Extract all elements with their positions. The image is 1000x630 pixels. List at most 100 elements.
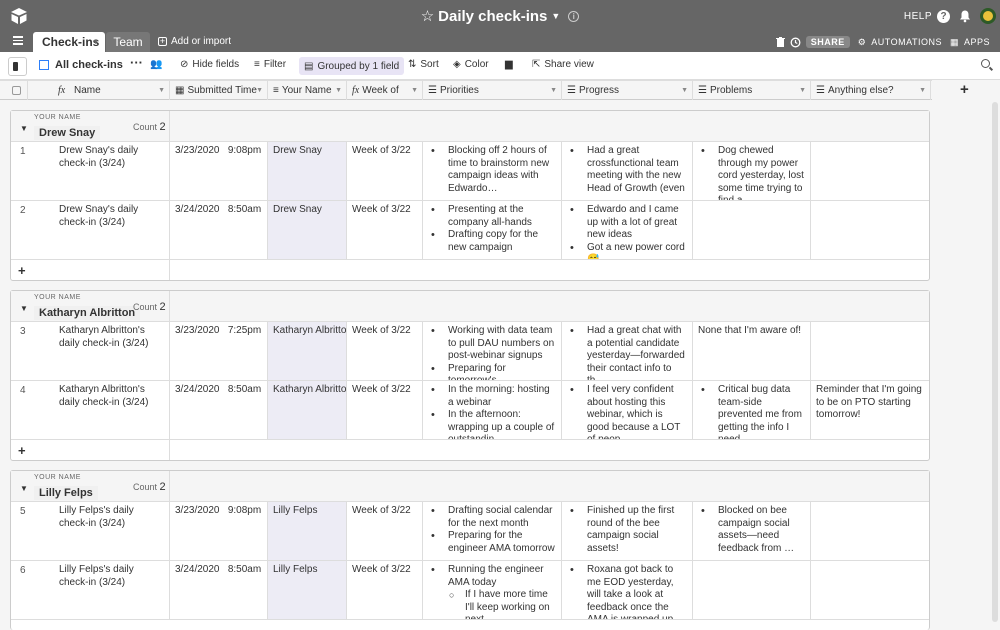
column-header-name[interactable]: fx Name ▼ (28, 81, 170, 100)
chevron-down-icon[interactable]: ▼ (551, 11, 560, 21)
name-cell[interactable]: Lilly Felps's daily check-in (3/24) (11, 561, 170, 619)
name-cell[interactable]: Katharyn Albritton's daily check-in (3/2… (11, 381, 170, 439)
chevron-down-icon[interactable]: ▼ (681, 81, 688, 100)
info-icon[interactable]: i (568, 10, 580, 22)
collapse-triangle-icon[interactable]: ▼ (20, 304, 28, 313)
your-name-cell[interactable]: Katharyn Albritton (268, 381, 347, 439)
collaborators-icon[interactable]: 👥 (150, 59, 162, 70)
your-name-cell[interactable]: Katharyn Albritton (268, 322, 347, 380)
week-of-cell[interactable]: Week of 3/22 (347, 201, 423, 259)
star-icon[interactable]: ☆ (421, 7, 434, 25)
group-header[interactable]: ▼ YOUR NAME Lilly Felps Count 2 (11, 471, 929, 502)
priorities-cell[interactable]: Working with data team to pull DAU numbe… (423, 322, 562, 380)
color-button[interactable]: ◈ Color (453, 59, 489, 70)
share-view-button[interactable]: ⇱ Share view (532, 59, 594, 70)
anything-else-cell[interactable]: Reminder that I'm going to be on PTO sta… (811, 381, 930, 439)
add-or-import-button[interactable]: + Add or import (158, 36, 231, 47)
your-name-cell[interactable]: Lilly Felps (268, 561, 347, 619)
name-cell[interactable]: Lilly Felps's daily check-in (3/24) (11, 502, 170, 560)
table-row[interactable]: 5 Lilly Felps's daily check-in (3/24) 3/… (11, 502, 929, 561)
share-button[interactable]: SHARE (805, 36, 850, 48)
problems-cell[interactable] (693, 201, 811, 259)
bell-icon[interactable] (958, 9, 972, 23)
group-header[interactable]: ▼ YOUR NAME Drew Snay Count 2 (11, 111, 929, 142)
automations-button[interactable]: AUTOMATIONS (871, 37, 942, 47)
submitted-time-cell[interactable]: 3/23/2020 7:25pm (170, 322, 268, 380)
view-switcher[interactable]: All check-ins (39, 59, 123, 71)
week-of-cell[interactable]: Week of 3/22 (347, 142, 423, 200)
submitted-time-cell[interactable]: 3/23/2020 9:08pm (170, 142, 268, 200)
vertical-scrollbar[interactable] (992, 102, 998, 622)
base-title-area[interactable]: ☆ Daily check-ins ▼ i (0, 7, 1000, 25)
help-label[interactable]: HELP (904, 11, 932, 22)
table-row[interactable]: 3 Katharyn Albritton's daily check-in (3… (11, 322, 929, 381)
week-of-cell[interactable]: Week of 3/22 (347, 502, 423, 560)
name-cell[interactable]: Drew Snay's daily check-in (3/24) (11, 201, 170, 259)
your-name-cell[interactable]: Drew Snay (268, 201, 347, 259)
problems-cell[interactable] (693, 561, 811, 619)
priorities-cell[interactable]: Blocking off 2 hours of time to brainsto… (423, 142, 562, 200)
priorities-cell[interactable]: In the morning: hosting a webinarIn the … (423, 381, 562, 439)
column-header-problems[interactable]: ☰ Problems ▼ (693, 81, 811, 100)
add-field-button[interactable]: + (960, 80, 969, 100)
sort-button[interactable]: ⇅ Sort (408, 59, 439, 70)
chevron-down-icon[interactable]: ▼ (550, 81, 557, 100)
progress-cell[interactable]: Edwardo and I came up with a lot of grea… (562, 201, 693, 259)
add-record-icon[interactable]: + (18, 443, 26, 458)
table-row[interactable]: 4 Katharyn Albritton's daily check-in (3… (11, 381, 929, 440)
your-name-cell[interactable]: Lilly Felps (268, 502, 347, 560)
table-row[interactable]: 2 Drew Snay's daily check-in (3/24) 3/24… (11, 201, 929, 260)
group-header[interactable]: ▼ YOUR NAME Katharyn Albritton Count 2 (11, 291, 929, 322)
help-icon[interactable]: ? (937, 9, 950, 23)
chevron-down-icon[interactable]: ▼ (411, 81, 418, 100)
add-record-row[interactable]: + (11, 260, 929, 280)
chevron-down-icon[interactable]: ▼ (799, 81, 806, 100)
progress-cell[interactable]: Had a great crossfunctional team meeting… (562, 142, 693, 200)
hide-fields-button[interactable]: ⊘ Hide fields (180, 59, 239, 70)
priorities-cell[interactable]: Presenting at the company all-handsDraft… (423, 201, 562, 259)
column-header-priorities[interactable]: ☰ Priorities ▼ (423, 81, 562, 100)
progress-cell[interactable]: Had a great chat with a potential candid… (562, 322, 693, 380)
problems-cell[interactable]: Blocked on bee campaign social assets—ne… (693, 502, 811, 560)
submitted-time-cell[interactable]: 3/24/2020 8:50am (170, 201, 268, 259)
group-button[interactable]: ▤ Grouped by 1 field (299, 57, 405, 75)
add-record-row[interactable]: + (11, 440, 929, 460)
row-height-icon[interactable]: ▆ (505, 59, 513, 70)
progress-cell[interactable]: I feel very confident about hosting this… (562, 381, 693, 439)
submitted-time-cell[interactable]: 3/23/2020 9:08pm (170, 502, 268, 560)
table-row[interactable]: 1 Drew Snay's daily check-in (3/24) 3/23… (11, 142, 929, 201)
collapse-triangle-icon[interactable]: ▼ (20, 484, 28, 493)
week-of-cell[interactable]: Week of 3/22 (347, 322, 423, 380)
anything-else-cell[interactable] (811, 201, 930, 259)
collapse-triangle-icon[interactable]: ▼ (20, 124, 28, 133)
submitted-time-cell[interactable]: 3/24/2020 8:50am (170, 561, 268, 619)
name-cell[interactable]: Katharyn Albritton's daily check-in (3/2… (11, 322, 170, 380)
anything-else-cell[interactable] (811, 561, 930, 619)
automations-icon[interactable]: ⚙ (858, 37, 867, 48)
apps-icon[interactable]: ▦ (950, 37, 959, 48)
column-header-anything-else[interactable]: ☰ Anything else? ▼ (811, 81, 931, 100)
priorities-cell[interactable]: Running the engineer AMA todayIf I have … (423, 561, 562, 619)
select-all-checkbox[interactable] (0, 81, 28, 100)
chevron-down-icon[interactable]: ▼ (256, 81, 263, 100)
your-name-cell[interactable]: Drew Snay (268, 142, 347, 200)
trash-icon[interactable] (775, 37, 785, 47)
anything-else-cell[interactable] (811, 322, 930, 380)
sidebar-toggle-button[interactable] (8, 57, 27, 76)
base-title[interactable]: Daily check-ins (438, 8, 547, 25)
progress-cell[interactable]: Roxana got back to me EOD yesterday, wil… (562, 561, 693, 619)
week-of-cell[interactable]: Week of 3/22 (347, 561, 423, 619)
column-header-week-of[interactable]: fx Week of ▼ (347, 81, 423, 100)
priorities-cell[interactable]: Drafting social calendar for the next mo… (423, 502, 562, 560)
tab-check-ins[interactable]: Check-ins ▼ (33, 32, 105, 52)
column-header-your-name[interactable]: ≡ Your Name ▼ (268, 81, 347, 100)
name-cell[interactable]: Drew Snay's daily check-in (3/24) (11, 142, 170, 200)
filter-button[interactable]: ≡ Filter (254, 59, 286, 70)
apps-button[interactable]: APPS (964, 37, 990, 47)
hamburger-menu-icon[interactable] (13, 36, 23, 47)
chevron-down-icon[interactable]: ▼ (92, 33, 99, 53)
tab-team[interactable]: Team (106, 32, 150, 52)
submitted-time-cell[interactable]: 3/24/2020 8:50am (170, 381, 268, 439)
search-icon[interactable] (981, 59, 990, 68)
column-header-progress[interactable]: ☰ Progress ▼ (562, 81, 693, 100)
